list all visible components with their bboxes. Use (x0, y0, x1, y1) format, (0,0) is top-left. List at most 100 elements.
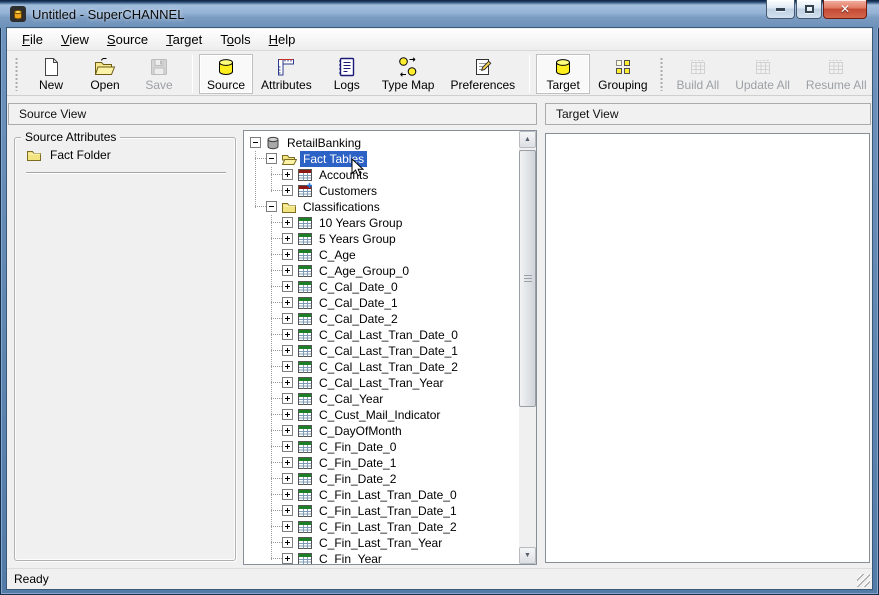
collapse-box[interactable] (264, 151, 280, 167)
minimize-button[interactable] (766, 0, 795, 19)
expand-box[interactable] (280, 247, 296, 263)
tree-item-c-cal-last-tran-date-0[interactable]: C_Cal_Last_Tran_Date_0 (244, 327, 518, 343)
open-button[interactable]: Open (78, 54, 132, 94)
tree-item-c-fin-date-0[interactable]: C_Fin_Date_0 (244, 439, 518, 455)
tree-item-10-years-group[interactable]: 10 Years Group (244, 215, 518, 231)
expand-box[interactable] (280, 183, 296, 199)
menu-file[interactable]: File (13, 29, 52, 50)
folder-closed-icon (281, 199, 297, 215)
tree-item-fact-tables[interactable]: Fact Tables (244, 151, 518, 167)
toolbar-button-label: Update All (735, 79, 790, 92)
tree-item-c-cal-year[interactable]: C_Cal_Year (244, 391, 518, 407)
expand-box[interactable] (280, 327, 296, 343)
table-green-icon (297, 343, 313, 359)
expand-box[interactable] (280, 535, 296, 551)
collapse-box[interactable] (248, 135, 264, 151)
grouping-squares-icon (612, 56, 634, 78)
tree-guide (264, 183, 280, 199)
expand-box[interactable] (280, 471, 296, 487)
tree-item-c-fin-last-tran-year[interactable]: C_Fin_Last_Tran_Year (244, 535, 518, 551)
table-green-icon (297, 471, 313, 487)
tree-item-5-years-group[interactable]: 5 Years Group (244, 231, 518, 247)
grouping-button[interactable]: Grouping (590, 54, 655, 94)
expand-box[interactable] (280, 295, 296, 311)
table-green-icon (297, 487, 313, 503)
tree-guide (248, 263, 264, 279)
target-button[interactable]: Target (536, 54, 590, 94)
menu-tools[interactable]: Tools (211, 29, 259, 50)
tree-guide (264, 487, 280, 503)
resize-grip-icon[interactable] (857, 574, 870, 587)
collapse-box[interactable] (264, 199, 280, 215)
tree-item-c-fin-last-tran-date-0[interactable]: C_Fin_Last_Tran_Date_0 (244, 487, 518, 503)
menu-target[interactable]: Target (157, 29, 211, 50)
tree-item-c-cal-date-0[interactable]: C_Cal_Date_0 (244, 279, 518, 295)
tree-guide (248, 295, 264, 311)
source-button[interactable]: Source (199, 54, 253, 94)
tree-item-c-fin-last-tran-date-1[interactable]: C_Fin_Last_Tran_Date_1 (244, 503, 518, 519)
type-map-button[interactable]: Type Map (374, 54, 443, 94)
expand-box[interactable] (280, 551, 296, 565)
toolbar-button-label: New (39, 79, 63, 92)
expand-box[interactable] (280, 279, 296, 295)
tree-item-c-cal-last-tran-date-1[interactable]: C_Cal_Last_Tran_Date_1 (244, 343, 518, 359)
tree-item-classifications[interactable]: Classifications (244, 199, 518, 215)
tree-item-c-fin-last-tran-date-2[interactable]: C_Fin_Last_Tran_Date_2 (244, 519, 518, 535)
tree-item-c-cal-last-tran-date-2[interactable]: C_Cal_Last_Tran_Date_2 (244, 359, 518, 375)
tree-item-accounts[interactable]: Accounts (244, 167, 518, 183)
tree-item-c-age[interactable]: C_Age (244, 247, 518, 263)
expand-box[interactable] (280, 423, 296, 439)
scroll-up-icon[interactable]: ▲ (519, 131, 536, 148)
new-button[interactable]: New (24, 54, 78, 94)
logs-button[interactable]: Logs (320, 54, 374, 94)
tree-item-c-cal-date-1[interactable]: C_Cal_Date_1 (244, 295, 518, 311)
tree-item-c-cust-mail-indicator[interactable]: C_Cust_Mail_Indicator (244, 407, 518, 423)
preferences-button[interactable]: Preferences (442, 54, 523, 94)
attributes-button[interactable]: Attributes (253, 54, 320, 94)
expand-box[interactable] (280, 455, 296, 471)
source-attributes-label: Source Attributes (21, 130, 120, 144)
maximize-button[interactable] (796, 0, 822, 19)
tree-item-c-cal-date-2[interactable]: C_Cal_Date_2 (244, 311, 518, 327)
tree-item-retailbanking[interactable]: RetailBanking (244, 135, 518, 151)
expand-box[interactable] (280, 231, 296, 247)
expand-box[interactable] (280, 263, 296, 279)
tree-item-c-fin-date-1[interactable]: C_Fin_Date_1 (244, 455, 518, 471)
tree-item-c-fin-date-2[interactable]: C_Fin_Date_2 (244, 471, 518, 487)
tree-item-c-fin-year[interactable]: C_Fin_Year (244, 551, 518, 565)
tree-guide (248, 151, 264, 167)
expand-box[interactable] (280, 343, 296, 359)
tree-scrollbar[interactable]: ▲ ▼ (519, 131, 536, 564)
tree-item-label: C_Fin_Last_Tran_Date_0 (316, 487, 460, 503)
tree-item-label: Fact Tables (300, 151, 367, 167)
menu-source[interactable]: Source (98, 29, 157, 50)
close-button[interactable]: ✕ (823, 0, 867, 19)
build-grid-icon (687, 56, 709, 78)
table-green-icon (297, 519, 313, 535)
tree-guide (248, 439, 264, 455)
expand-box[interactable] (280, 487, 296, 503)
maximize-icon (805, 5, 814, 13)
tree-item-label: C_Cal_Last_Tran_Date_2 (316, 359, 461, 375)
tree-guide (264, 455, 280, 471)
menu-view[interactable]: View (52, 29, 98, 50)
expand-box[interactable] (280, 311, 296, 327)
expand-box[interactable] (280, 359, 296, 375)
tree-item-c-dayofmonth[interactable]: C_DayOfMonth (244, 423, 518, 439)
expand-box[interactable] (280, 503, 296, 519)
expand-box[interactable] (280, 375, 296, 391)
menu-help[interactable]: Help (260, 29, 305, 50)
fact-folder-item[interactable]: Fact Folder (25, 147, 111, 163)
expand-box[interactable] (280, 391, 296, 407)
tree-item-c-age-group-0[interactable]: C_Age_Group_0 (244, 263, 518, 279)
scroll-down-icon[interactable]: ▼ (519, 547, 536, 564)
tree-item-customers[interactable]: Customers (244, 183, 518, 199)
expand-box[interactable] (280, 439, 296, 455)
expand-box[interactable] (280, 215, 296, 231)
expand-box[interactable] (280, 167, 296, 183)
tree-guide (248, 519, 264, 535)
expand-box[interactable] (280, 519, 296, 535)
tree-item-c-cal-last-tran-year[interactable]: C_Cal_Last_Tran_Year (244, 375, 518, 391)
scrollbar-thumb[interactable] (519, 150, 536, 407)
expand-box[interactable] (280, 407, 296, 423)
